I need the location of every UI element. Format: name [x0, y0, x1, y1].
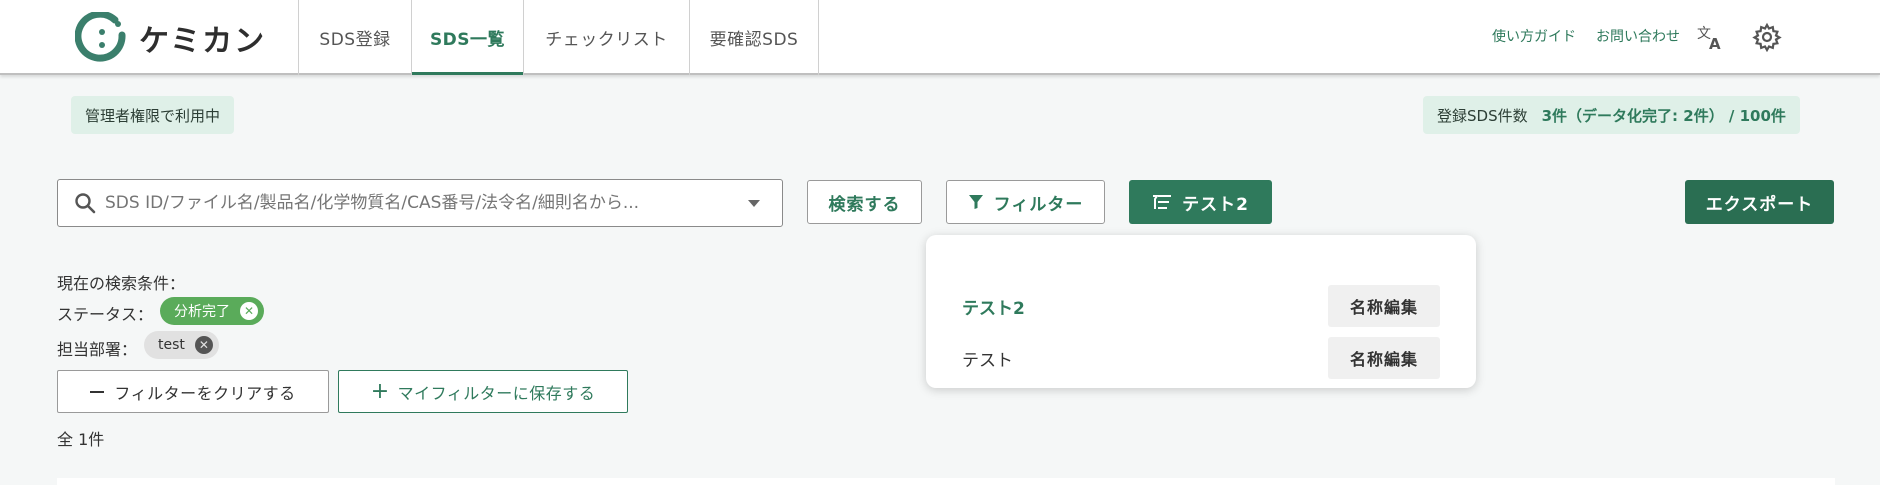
- sds-count-value: 3件（データ化完了: 2件） / 100件: [1541, 106, 1786, 125]
- filter-icon: [968, 195, 983, 209]
- close-icon[interactable]: ✕: [194, 336, 213, 354]
- translate-icon[interactable]: 文 A: [1695, 22, 1725, 52]
- logo-text: ケミカン: [139, 24, 267, 59]
- save-filter-button[interactable]: + マイフィルターに保存する: [338, 370, 628, 413]
- main-tabs: SDS登録 SDS一覧 チェックリスト 要確認SDS: [298, 0, 819, 75]
- clear-filter-button[interactable]: フィルターをクリアする: [57, 370, 329, 413]
- filter-button[interactable]: フィルター: [946, 180, 1105, 224]
- header-links: 使い方ガイド お問い合わせ: [1492, 26, 1680, 46]
- results-panel: [57, 478, 1835, 485]
- saved-filter-item[interactable]: テスト 名称編集: [926, 336, 1476, 380]
- conditions-title: 現在の検索条件：: [57, 274, 186, 293]
- filter-button-label: フィルター: [993, 194, 1084, 215]
- status-label: ステータス：: [57, 305, 154, 324]
- search-box[interactable]: [57, 179, 783, 227]
- saved-filter-name[interactable]: テスト2: [962, 294, 1025, 319]
- saved-filter-button[interactable]: テスト2: [1129, 180, 1272, 224]
- tab-sds-register[interactable]: SDS登録: [298, 0, 411, 75]
- saved-filter-item[interactable]: テスト2 名称編集: [926, 284, 1476, 328]
- guide-link[interactable]: 使い方ガイド: [1492, 26, 1576, 46]
- gear-icon[interactable]: [1752, 22, 1782, 52]
- result-count: 全 1件: [57, 430, 105, 449]
- tab-checklist[interactable]: チェックリスト: [523, 0, 689, 75]
- sds-count-badge: 登録SDS件数 3件（データ化完了: 2件） / 100件: [1423, 96, 1800, 134]
- saved-filter-menu: テスト2 名称編集 テスト 名称編集: [926, 235, 1476, 388]
- filter-list-icon: [1153, 195, 1172, 209]
- search-input[interactable]: [105, 193, 748, 213]
- rename-button[interactable]: 名称編集: [1328, 285, 1440, 327]
- dept-chip-label: test: [158, 337, 185, 353]
- svg-text:A: A: [1709, 35, 1721, 52]
- close-icon[interactable]: ✕: [240, 302, 258, 320]
- chevron-down-icon[interactable]: [748, 199, 760, 207]
- tab-sds-list[interactable]: SDS一覧: [411, 0, 523, 75]
- saved-filter-name[interactable]: テスト: [962, 346, 1013, 371]
- export-button[interactable]: エクスポート: [1685, 180, 1834, 224]
- clear-filter-label: フィルターをクリアする: [114, 383, 296, 403]
- status-chip-label: 分析完了: [174, 304, 230, 320]
- plus-icon: +: [370, 378, 390, 404]
- dept-label: 担当部署：: [57, 340, 138, 359]
- rename-button[interactable]: 名称編集: [1328, 337, 1440, 379]
- tab-review-sds[interactable]: 要確認SDS: [689, 0, 819, 75]
- save-filter-label: マイフィルターに保存する: [397, 383, 596, 403]
- contact-link[interactable]: お問い合わせ: [1596, 26, 1680, 46]
- search-button[interactable]: 検索する: [807, 180, 922, 224]
- saved-filter-label: テスト2: [1182, 194, 1249, 215]
- logo-icon: [75, 12, 126, 62]
- dept-chip: test ✕: [144, 331, 219, 359]
- minus-icon: [90, 390, 105, 393]
- top-navbar: ケミカン SDS登録 SDS一覧 チェックリスト 要確認SDS 使い方ガイド お…: [0, 0, 1880, 75]
- search-icon: [75, 193, 96, 214]
- admin-badge: 管理者権限で利用中: [71, 96, 235, 134]
- status-chip: 分析完了 ✕: [160, 297, 264, 325]
- app-logo[interactable]: ケミカン: [75, 12, 266, 64]
- sds-count-label: 登録SDS件数: [1437, 106, 1528, 125]
